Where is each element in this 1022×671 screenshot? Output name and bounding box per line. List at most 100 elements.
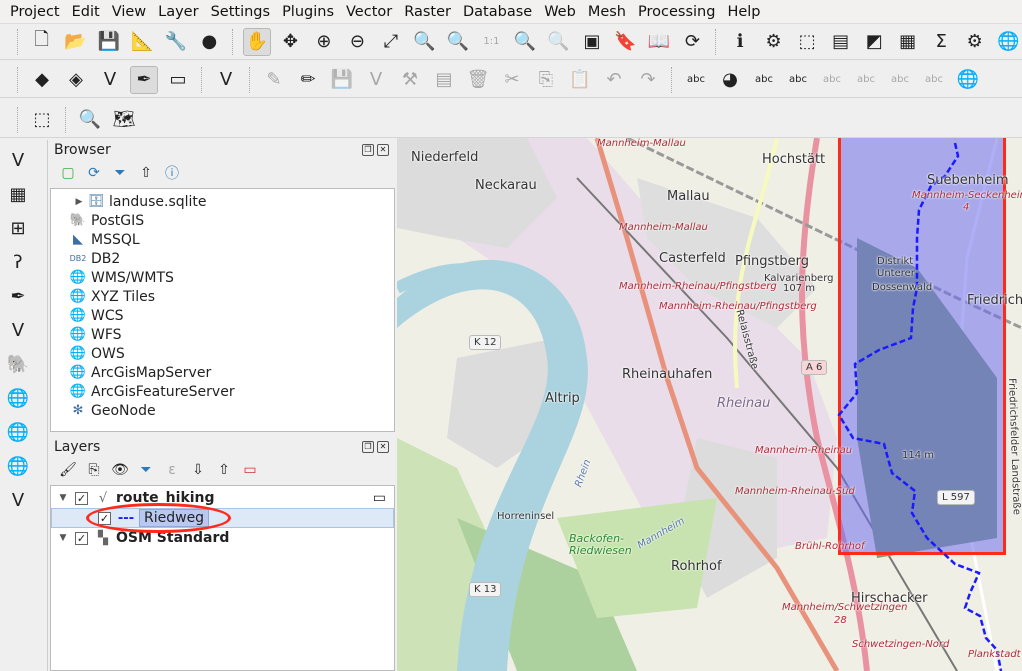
select-features-icon[interactable]: ⬚ [793, 28, 821, 56]
deselect-icon[interactable]: ◩ [860, 28, 888, 56]
toggle-editing-icon[interactable]: ✏ [294, 66, 322, 94]
collapse-all-icon[interactable]: ⇧ [136, 163, 156, 183]
menu-layer[interactable]: Layer [152, 4, 204, 20]
temporal-controller-icon[interactable]: 🔖 [612, 28, 640, 56]
menu-settings[interactable]: Settings [205, 4, 276, 20]
layer-item[interactable]: ▼ ✓ √ route_hiking ▭ [51, 488, 394, 508]
visibility-icon[interactable]: 👁 [110, 460, 130, 480]
add-feature-icon[interactable]: V [362, 66, 390, 94]
filter-legend-icon[interactable]: ⏷ [136, 460, 156, 480]
zoom-to-selection-icon[interactable]: 🔍 [411, 28, 439, 56]
collapse-arrow-icon[interactable]: ▼ [55, 493, 71, 503]
identify-icon[interactable]: ℹ [726, 28, 754, 56]
modify-attributes-icon[interactable]: ▤ [430, 66, 458, 94]
zoom-full-icon[interactable]: ⤢ [377, 28, 405, 56]
delete-selected-icon[interactable]: 🗑 [464, 66, 492, 94]
new-shapefile-layer-icon[interactable]: V [96, 66, 124, 94]
search-plugin-icon[interactable]: 🔍 [76, 106, 104, 134]
refresh-icon[interactable]: ⟳ [84, 163, 104, 183]
open-project-icon[interactable]: 📂 [62, 28, 90, 56]
zoom-native-icon[interactable]: 1:1 [478, 28, 506, 56]
rotate-label-icon[interactable]: abc [886, 66, 914, 94]
menu-project[interactable]: Project [4, 4, 66, 20]
current-edits-icon[interactable]: ✎ [260, 66, 288, 94]
browser-item[interactable]: 🐘 PostGIS [51, 211, 394, 230]
new-spatialite-layer-icon[interactable]: ✒ [130, 65, 158, 94]
new-map-view-icon[interactable]: ▣ [578, 28, 606, 56]
new-temporary-layer-icon[interactable]: ▭ [164, 66, 192, 94]
browser-item[interactable]: ◣ MSSQL [51, 230, 394, 249]
browser-item[interactable]: ✻ GeoNode [51, 401, 394, 420]
layer-visibility-checkbox[interactable]: ✓ [98, 511, 111, 525]
refresh-icon[interactable]: ⟳ [679, 28, 707, 56]
add-wms-icon[interactable]: 🌐 [4, 384, 32, 412]
save-project-icon[interactable]: 💾 [95, 28, 123, 56]
add-raster-layer-icon[interactable]: ▦ [4, 180, 32, 208]
pan-icon[interactable]: ✋ [243, 27, 271, 56]
attribute-selection-icon[interactable]: ▤ [827, 28, 855, 56]
new-geopackage-layer-icon[interactable]: ◈ [62, 66, 90, 94]
processing-toolbox-icon[interactable]: ⚙ [961, 28, 989, 56]
menu-web[interactable]: Web [538, 4, 582, 20]
info-icon[interactable]: ⓘ [162, 163, 182, 183]
menu-plugins[interactable]: Plugins [276, 4, 340, 20]
add-vector-layer-icon[interactable]: V [4, 146, 32, 174]
save-edits-icon[interactable]: 💾 [328, 66, 356, 94]
filter-expression-icon[interactable]: ε [162, 460, 182, 480]
new-vector-icon[interactable]: V [4, 486, 32, 514]
map-canvas[interactable]: Niederfeld Neckarau Mallau Hochstätt Casterf… [397, 138, 1022, 671]
redo-icon[interactable]: ↷ [634, 66, 662, 94]
close-icon[interactable]: ✕ [377, 441, 389, 453]
collapse-arrow-icon[interactable]: ▼ [55, 533, 71, 543]
select-by-location-icon[interactable]: ⚙ [760, 28, 788, 56]
new-print-layout-icon[interactable]: 📐 [129, 28, 157, 56]
menu-vector[interactable]: Vector [340, 4, 398, 20]
new-project-icon[interactable]: 🗋 [28, 28, 56, 56]
vertex-tool-icon[interactable]: ⚒ [396, 66, 424, 94]
menu-database[interactable]: Database [457, 4, 538, 20]
paste-features-icon[interactable]: 📋 [566, 66, 594, 94]
browser-item[interactable]: ▶ 🗄 landuse.sqlite [51, 192, 394, 211]
copy-features-icon[interactable]: ⎘ [532, 66, 560, 94]
add-postgis-icon[interactable]: 🐘 [4, 350, 32, 378]
style-manager-icon[interactable]: ● [196, 28, 224, 56]
add-group-icon[interactable]: ⎘ [84, 460, 104, 480]
data-source-manager-icon[interactable]: ◆ [28, 66, 56, 94]
menu-help[interactable]: Help [721, 4, 766, 20]
pin-label-icon[interactable]: abc [750, 66, 778, 94]
attribute-table-icon[interactable]: ▦ [894, 28, 922, 56]
show-hide-labels-icon[interactable]: abc [818, 66, 846, 94]
undo-icon[interactable]: ↶ [600, 66, 628, 94]
layout-manager-icon[interactable]: 🔧 [162, 28, 190, 56]
expand-arrow-icon[interactable]: ▶ [71, 197, 87, 207]
layers-tree[interactable]: ▼ ✓ √ route_hiking ▭ ✓ --- Riedweg ▼ ✓ ▚ OSM Standa… [50, 485, 395, 671]
close-icon[interactable]: ✕ [377, 144, 389, 156]
browser-item[interactable]: 🌐 WMS/WMTS [51, 268, 394, 287]
browser-item[interactable]: 🌐 XYZ Tiles [51, 287, 394, 306]
browser-item[interactable]: 🌐 ArcGisMapServer [51, 363, 394, 382]
browser-item[interactable]: DB2 DB2 [51, 249, 394, 268]
diagram-icon[interactable]: ◕ [716, 66, 744, 94]
layer-item[interactable]: ✓ --- Riedweg [51, 508, 394, 528]
zoom-next-icon[interactable]: 🔍 [545, 28, 573, 56]
browser-item[interactable]: 🌐 WFS [51, 325, 394, 344]
add-wfs-icon[interactable]: 🌐 [4, 452, 32, 480]
highlight-label-icon[interactable]: abc [784, 66, 812, 94]
add-wcs-icon[interactable]: 🌐 [4, 418, 32, 446]
layer-item[interactable]: ▼ ✓ ▚ OSM Standard [51, 528, 394, 548]
metasearch-icon[interactable]: 🌐 [954, 66, 982, 94]
cut-features-icon[interactable]: ✂ [498, 66, 526, 94]
menu-mesh[interactable]: Mesh [582, 4, 632, 20]
move-label-icon[interactable]: abc [852, 66, 880, 94]
zoom-last-icon[interactable]: 🔍 [511, 28, 539, 56]
menu-edit[interactable]: Edit [66, 4, 106, 20]
zoom-to-layer-icon[interactable]: 🔍 [444, 28, 472, 56]
add-mesh-layer-icon[interactable]: ⊞ [4, 214, 32, 242]
zoom-out-icon[interactable]: ⊖ [344, 28, 372, 56]
filter-icon[interactable]: ⏷ [110, 163, 130, 183]
expand-all-icon[interactable]: ⇩ [188, 460, 208, 480]
add-virtual-layer-icon[interactable]: V [4, 316, 32, 344]
menu-processing[interactable]: Processing [632, 4, 721, 20]
select-cursor-icon[interactable]: ⬚ [28, 106, 56, 134]
pan-to-selection-icon[interactable]: ✥ [277, 28, 305, 56]
